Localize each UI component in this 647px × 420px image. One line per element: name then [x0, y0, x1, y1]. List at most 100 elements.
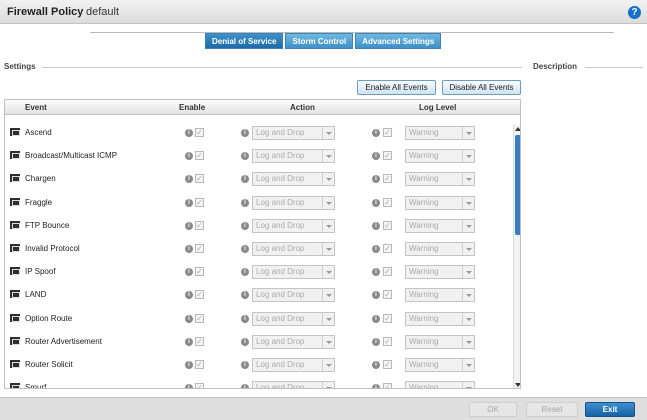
info-icon[interactable]: i: [372, 129, 380, 137]
info-icon[interactable]: i: [185, 152, 193, 161]
enable-checkbox[interactable]: ✓: [195, 151, 204, 161]
info-icon[interactable]: i: [241, 221, 249, 230]
action-select[interactable]: Log and Drop: [252, 242, 335, 256]
help-icon[interactable]: ?: [628, 6, 641, 19]
action-select[interactable]: Log and Drop: [252, 265, 335, 280]
info-icon[interactable]: i: [241, 337, 249, 346]
enable-checkbox[interactable]: ✓: [195, 267, 204, 277]
log-level-select[interactable]: Warning: [405, 334, 475, 349]
enable-checkbox[interactable]: ✓: [195, 174, 204, 184]
log-level-select[interactable]: Warning: [405, 288, 475, 303]
log-checkbox[interactable]: ✓: [383, 128, 392, 137]
info-icon[interactable]: i: [372, 198, 380, 207]
info-icon[interactable]: i: [241, 198, 249, 207]
disable-all-events-button[interactable]: Disable All Events: [442, 80, 521, 95]
info-icon[interactable]: i: [241, 152, 249, 161]
enable-checkbox[interactable]: ✓: [195, 313, 204, 323]
log-checkbox[interactable]: ✓: [383, 244, 392, 253]
enable-checkbox[interactable]: ✓: [195, 220, 204, 230]
log-checkbox[interactable]: ✓: [383, 360, 392, 369]
enable-checkbox[interactable]: ✓: [195, 244, 204, 253]
log-checkbox[interactable]: ✓: [383, 220, 392, 230]
info-icon[interactable]: i: [372, 337, 380, 346]
enable-checkbox[interactable]: ✓: [195, 197, 204, 207]
info-icon[interactable]: i: [372, 291, 380, 300]
info-icon[interactable]: i: [185, 268, 193, 277]
info-icon[interactable]: i: [185, 361, 193, 369]
log-checkbox[interactable]: ✓: [383, 267, 392, 277]
log-checkbox[interactable]: ✓: [383, 383, 392, 388]
scroll-down-arrow-icon[interactable]: [514, 381, 520, 388]
log-checkbox[interactable]: ✓: [383, 290, 392, 300]
action-select[interactable]: Log and Drop: [252, 334, 335, 349]
action-select[interactable]: Log and Drop: [252, 218, 335, 233]
info-icon[interactable]: i: [372, 268, 380, 277]
info-icon[interactable]: i: [241, 361, 249, 369]
log-level-select[interactable]: Warning: [405, 265, 475, 280]
info-icon[interactable]: i: [372, 221, 380, 230]
log-level-select[interactable]: Warning: [405, 149, 475, 164]
action-select[interactable]: Log and Drop: [252, 195, 335, 210]
enable-checkbox[interactable]: ✓: [195, 360, 204, 369]
log-checkbox[interactable]: ✓: [383, 174, 392, 184]
enable-checkbox[interactable]: ✓: [195, 290, 204, 300]
exit-button[interactable]: Exit: [585, 402, 635, 417]
info-icon[interactable]: i: [185, 129, 193, 137]
log-checkbox[interactable]: ✓: [383, 197, 392, 207]
info-icon[interactable]: i: [372, 361, 380, 369]
log-level-select[interactable]: Warning: [405, 218, 475, 233]
log-level-select[interactable]: Warning: [405, 381, 475, 388]
log-level-select[interactable]: Warning: [405, 126, 475, 140]
info-icon[interactable]: i: [241, 291, 249, 300]
column-header-log-level[interactable]: Log Level: [419, 103, 456, 112]
enable-all-events-button[interactable]: Enable All Events: [357, 80, 436, 95]
info-icon[interactable]: i: [372, 152, 380, 161]
action-select[interactable]: Log and Drop: [252, 311, 335, 326]
ok-button[interactable]: OK: [469, 402, 517, 417]
info-icon[interactable]: i: [241, 384, 249, 388]
action-select[interactable]: Log and Drop: [252, 381, 335, 388]
info-icon[interactable]: i: [185, 337, 193, 346]
info-icon[interactable]: i: [241, 175, 249, 184]
log-checkbox[interactable]: ✓: [383, 151, 392, 161]
info-icon[interactable]: i: [241, 268, 249, 277]
info-icon[interactable]: i: [185, 384, 193, 388]
info-icon[interactable]: i: [372, 384, 380, 388]
log-level-select[interactable]: Warning: [405, 242, 475, 256]
vertical-scrollbar[interactable]: [513, 125, 520, 388]
log-level-select[interactable]: Warning: [405, 311, 475, 326]
info-icon[interactable]: i: [241, 129, 249, 137]
log-level-select[interactable]: Warning: [405, 172, 475, 187]
scroll-up-arrow-icon[interactable]: [514, 125, 520, 133]
log-level-select[interactable]: Warning: [405, 195, 475, 210]
enable-checkbox[interactable]: ✓: [195, 383, 204, 388]
tab-storm-control[interactable]: Storm Control: [285, 33, 354, 49]
enable-checkbox[interactable]: ✓: [195, 128, 204, 137]
action-select[interactable]: Log and Drop: [252, 126, 335, 140]
info-icon[interactable]: i: [241, 245, 249, 253]
tab-advanced-settings[interactable]: Advanced Settings: [355, 33, 442, 49]
enable-checkbox[interactable]: ✓: [195, 336, 204, 346]
info-icon[interactable]: i: [185, 221, 193, 230]
log-checkbox[interactable]: ✓: [383, 313, 392, 323]
info-icon[interactable]: i: [185, 314, 193, 323]
info-icon[interactable]: i: [185, 245, 193, 253]
info-icon[interactable]: i: [185, 198, 193, 207]
column-header-enable[interactable]: Enable: [179, 103, 205, 112]
tab-denial-of-service[interactable]: Denial of Service: [205, 33, 284, 49]
reset-button[interactable]: Reset: [526, 402, 578, 417]
column-header-event[interactable]: Event: [25, 103, 47, 112]
action-select[interactable]: Log and Drop: [252, 288, 335, 303]
action-select[interactable]: Log and Drop: [252, 358, 335, 372]
log-checkbox[interactable]: ✓: [383, 336, 392, 346]
column-header-action[interactable]: Action: [290, 103, 315, 112]
info-icon[interactable]: i: [372, 175, 380, 184]
scroll-thumb[interactable]: [515, 135, 520, 235]
action-select[interactable]: Log and Drop: [252, 149, 335, 164]
info-icon[interactable]: i: [185, 291, 193, 300]
info-icon[interactable]: i: [241, 314, 249, 323]
info-icon[interactable]: i: [372, 245, 380, 253]
info-icon[interactable]: i: [185, 175, 193, 184]
info-icon[interactable]: i: [372, 314, 380, 323]
action-select[interactable]: Log and Drop: [252, 172, 335, 187]
